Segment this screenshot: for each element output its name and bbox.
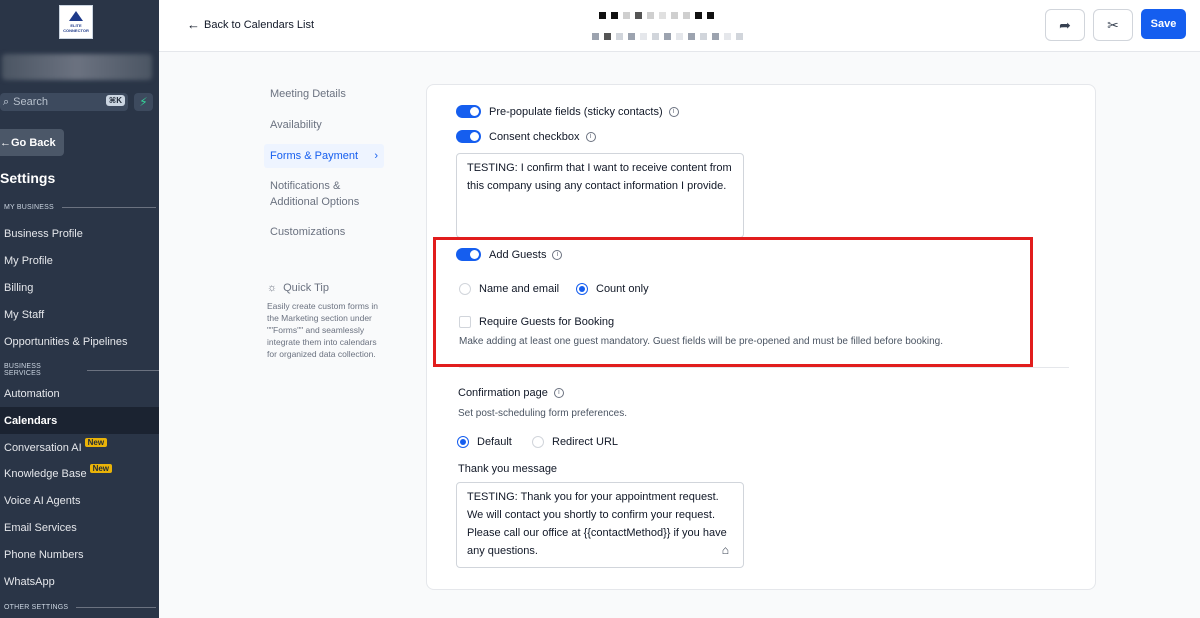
new-badge: New	[89, 464, 113, 473]
radio-name-email[interactable]	[459, 283, 471, 295]
back-to-calendars-link[interactable]: ← Back to Calendars List	[187, 17, 314, 32]
share-icon: ➦	[1059, 16, 1071, 33]
info-icon[interactable]: i	[552, 249, 563, 260]
new-badge: New	[84, 438, 108, 447]
prepopulate-toggle[interactable]	[456, 105, 481, 118]
company-logo[interactable]: ELITE CONNECTOR	[59, 5, 93, 39]
arrow-left-icon: ←	[187, 17, 200, 32]
section-header-my-business: MY BUSINESS	[4, 204, 156, 211]
radio-default[interactable]	[457, 436, 469, 448]
subnav-customizations[interactable]: Customizations	[270, 224, 345, 240]
quick-tip: ☼ Quick Tip Easily create custom forms in…	[267, 282, 379, 359]
subnav-meeting-details[interactable]: Meeting Details	[270, 86, 346, 102]
search-placeholder: Search	[13, 96, 49, 108]
subnav-forms-payment[interactable]: Forms & Payment ›	[264, 144, 384, 168]
require-guests-row[interactable]: Require Guests for Booking	[459, 316, 614, 328]
consent-toggle[interactable]	[456, 130, 481, 143]
tools-icon: ✂	[1107, 16, 1119, 33]
settings-title: Settings	[0, 170, 56, 186]
confirmation-option-default[interactable]: Default	[457, 436, 512, 448]
forms-card: Pre-populate fields (sticky contacts) i …	[426, 84, 1096, 590]
go-back-button[interactable]: ← Go Back	[0, 129, 64, 156]
chevron-right-icon: ›	[374, 150, 378, 162]
subnav-notifications[interactable]: Notifications & Additional Options	[270, 178, 370, 210]
guest-option-name-email[interactable]: Name and email	[459, 283, 559, 295]
info-icon[interactable]: i	[668, 106, 679, 117]
account-switcher[interactable]	[2, 54, 152, 80]
confirmation-title: Confirmation page i	[458, 387, 564, 399]
sidebar: ELITE CONNECTOR ⌕ Search ⌘K ⚡ ← Go Back …	[0, 0, 159, 618]
main-content: Meeting Details Availability Forms & Pay…	[159, 52, 1200, 618]
sidebar-item-my-profile[interactable]: My Profile	[0, 247, 159, 274]
info-icon[interactable]: i	[553, 388, 564, 398]
redacted-calendar-url	[592, 33, 743, 40]
prepopulate-row: Pre-populate fields (sticky contacts) i	[456, 105, 679, 118]
share-icon-button[interactable]: ➦	[1045, 9, 1085, 41]
add-guests-toggle[interactable]	[456, 248, 481, 261]
sidebar-item-knowledge-base[interactable]: Knowledge Base New	[0, 460, 159, 487]
section-divider	[459, 367, 1069, 368]
top-bar: ← Back to Calendars List ➦ ✂ Save	[159, 0, 1200, 52]
consent-row: Consent checkbox i	[456, 130, 596, 143]
require-guests-checkbox[interactable]	[459, 316, 471, 328]
sidebar-item-whatsapp[interactable]: WhatsApp	[0, 568, 159, 595]
lightning-icon[interactable]: ⚡	[134, 93, 153, 111]
sidebar-item-phone-numbers[interactable]: Phone Numbers	[0, 541, 159, 568]
consent-text-field[interactable]: TESTING: I confirm that I want to receiv…	[456, 153, 744, 238]
radio-redirect-url[interactable]	[532, 436, 544, 448]
sidebar-item-voice-ai-agents[interactable]: Voice AI Agents	[0, 487, 159, 514]
subnav-availability[interactable]: Availability	[270, 117, 322, 133]
sidebar-item-email-services[interactable]: Email Services	[0, 514, 159, 541]
sidebar-item-billing[interactable]: Billing	[0, 274, 159, 301]
sidebar-item-business-profile[interactable]: Business Profile	[0, 220, 159, 247]
add-guests-row: Add Guests i	[456, 248, 563, 261]
tag-icon[interactable]: ⌂	[722, 541, 729, 559]
tools-icon-button[interactable]: ✂	[1093, 9, 1133, 41]
sidebar-search[interactable]: ⌕ Search ⌘K	[0, 93, 128, 111]
sidebar-item-calendars[interactable]: Calendars	[0, 407, 159, 434]
thank-you-label: Thank you message	[458, 463, 558, 475]
redacted-calendar-name	[599, 12, 714, 19]
require-guests-help: Make adding at least one guest mandatory…	[459, 336, 943, 347]
confirmation-help: Set post-scheduling form preferences.	[458, 408, 627, 419]
save-button[interactable]: Save	[1141, 9, 1186, 39]
sidebar-item-conversation-ai[interactable]: Conversation AI New	[0, 434, 159, 461]
arrow-left-icon: ←	[0, 136, 11, 149]
guest-option-count-only[interactable]: Count only	[576, 283, 649, 295]
info-icon[interactable]: i	[585, 131, 596, 142]
sidebar-item-automation[interactable]: Automation	[0, 380, 159, 407]
section-header-business-services: BUSINESS SERVICES	[4, 363, 159, 377]
radio-count-only[interactable]	[576, 283, 588, 295]
search-icon: ⌕	[3, 95, 10, 108]
confirmation-option-redirect[interactable]: Redirect URL	[532, 436, 618, 448]
search-shortcut-badge: ⌘K	[105, 95, 125, 106]
lightbulb-icon: ☼	[267, 282, 278, 294]
sidebar-item-opportunities[interactable]: Opportunities & Pipelines	[0, 328, 159, 355]
sidebar-item-my-staff[interactable]: My Staff	[0, 301, 159, 328]
section-header-other-settings: OTHER SETTINGS	[4, 604, 157, 611]
thank-you-message-field[interactable]: TESTING: Thank you for your appointment …	[456, 482, 744, 568]
